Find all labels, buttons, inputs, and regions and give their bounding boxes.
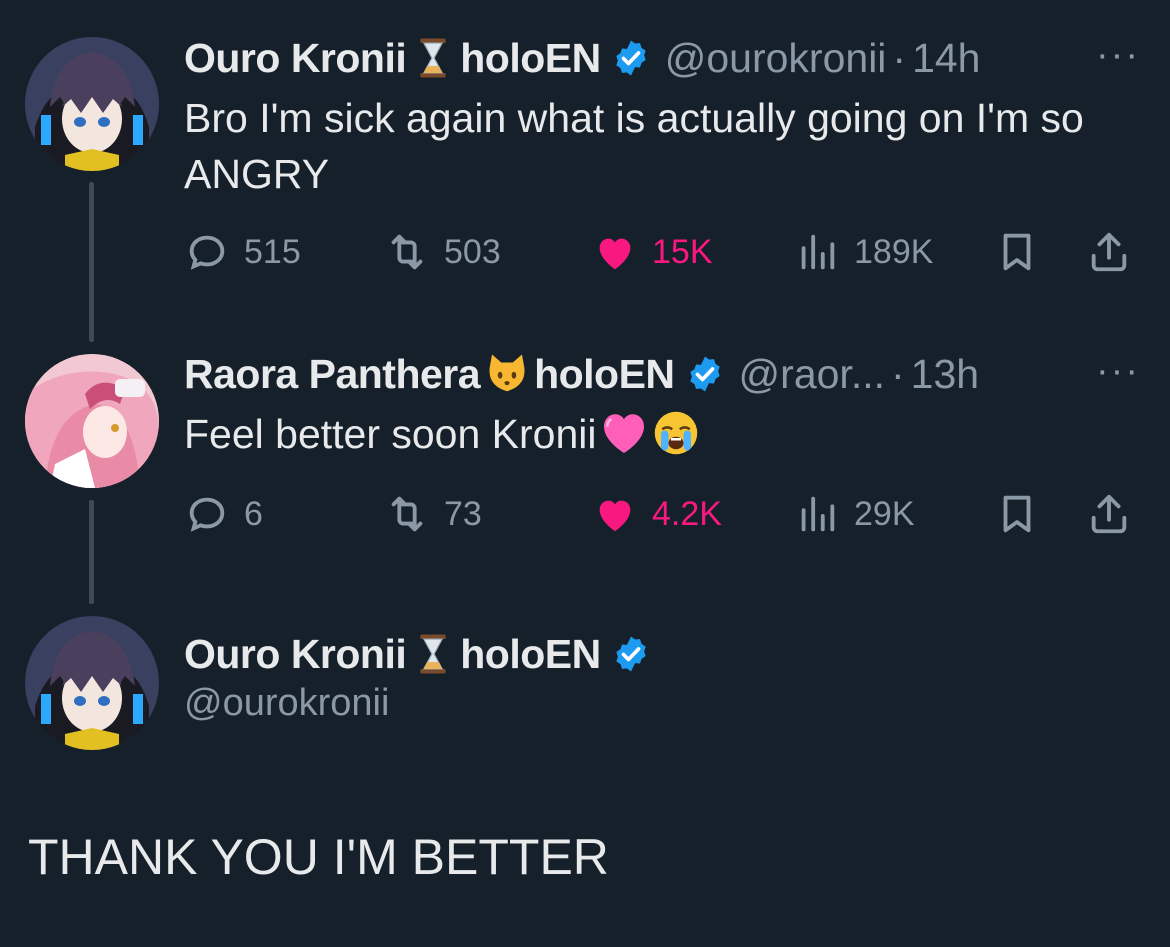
more-options-button[interactable]: ··· xyxy=(1096,34,1140,77)
tweet-header: Raora Panthera holoEN @raor... · 13h xyxy=(184,346,979,402)
verified-badge-icon xyxy=(685,354,725,394)
user-handle[interactable]: @raor... xyxy=(739,351,885,398)
tweet-text-container: Feel better soon Kronii xyxy=(184,406,1134,462)
retweet-count: 73 xyxy=(444,494,482,533)
action-bar: 515 503 15K 189K xyxy=(184,224,1144,280)
reply-button[interactable]: 6 xyxy=(184,486,263,542)
display-name[interactable]: Raora Panthera xyxy=(184,351,481,398)
tweet-header: Ouro Kronii holoEN @ourokronii · 14h xyxy=(184,30,980,86)
share-button[interactable] xyxy=(1086,486,1146,542)
views-chart-icon xyxy=(801,496,835,532)
verified-badge-icon xyxy=(611,634,651,674)
share-icon xyxy=(1091,494,1127,534)
org-name[interactable]: holoEN xyxy=(534,351,675,398)
avatar[interactable] xyxy=(25,37,159,171)
separator-dot: · xyxy=(892,34,907,81)
org-name[interactable]: holoEN xyxy=(460,631,601,678)
tweet-text: Feel better soon Kronii xyxy=(184,411,597,457)
timestamp[interactable]: 13h xyxy=(911,351,979,398)
more-options-button[interactable]: ··· xyxy=(1096,350,1140,393)
avatar[interactable] xyxy=(25,616,159,750)
avatar[interactable] xyxy=(25,354,159,488)
action-bar: 6 73 4.2K 29K xyxy=(184,486,1144,542)
reply-count: 515 xyxy=(244,232,301,271)
view-count: 29K xyxy=(854,494,915,533)
retweet-button[interactable]: 503 xyxy=(384,224,501,280)
bookmark-button[interactable] xyxy=(994,486,1054,542)
heart-icon xyxy=(599,500,631,532)
reply-icon xyxy=(189,235,225,270)
reply-button[interactable]: 515 xyxy=(184,224,301,280)
hourglass-icon xyxy=(410,631,456,677)
heart-icon xyxy=(599,408,649,458)
reply-count: 6 xyxy=(244,494,263,533)
share-button[interactable] xyxy=(1086,224,1146,280)
reply-icon xyxy=(189,497,225,532)
crying-face-icon xyxy=(651,408,701,458)
timestamp[interactable]: 14h xyxy=(912,35,980,82)
focused-tweet-header: Ouro Kronii holoEN xyxy=(184,626,651,682)
views-chart-icon xyxy=(801,234,835,270)
display-name[interactable]: Ouro Kronii xyxy=(184,35,407,82)
separator-dot: · xyxy=(891,350,905,397)
retweet-icon xyxy=(391,496,423,532)
focused-tweet-text: THANK YOU I'M BETTER xyxy=(28,829,609,885)
views-button[interactable]: 29K xyxy=(794,486,915,542)
like-button[interactable]: 4.2K xyxy=(592,486,722,542)
org-name[interactable]: holoEN xyxy=(460,35,601,82)
bookmark-icon xyxy=(1003,233,1031,271)
thread-connector-line xyxy=(89,182,94,342)
like-count: 15K xyxy=(652,232,713,271)
retweet-count: 503 xyxy=(444,232,501,271)
tweet-text: Bro I'm sick again what is actually goin… xyxy=(184,95,1084,197)
cat-face-icon xyxy=(484,351,530,397)
like-count: 4.2K xyxy=(652,494,722,533)
views-button[interactable]: 189K xyxy=(794,224,933,280)
heart-icon xyxy=(599,238,631,270)
retweet-icon xyxy=(391,234,423,270)
bookmark-icon xyxy=(1003,495,1031,533)
bookmark-button[interactable] xyxy=(994,224,1054,280)
verified-badge-icon xyxy=(611,38,651,78)
share-icon xyxy=(1091,232,1127,272)
like-button[interactable]: 15K xyxy=(592,224,713,280)
display-name[interactable]: Ouro Kronii xyxy=(184,631,407,678)
view-count: 189K xyxy=(854,232,934,271)
thread-connector-line xyxy=(89,500,94,604)
retweet-button[interactable]: 73 xyxy=(384,486,482,542)
hourglass-icon xyxy=(410,35,456,81)
user-handle[interactable]: @ourokronii xyxy=(665,35,887,82)
user-handle[interactable]: @ourokronii xyxy=(184,682,389,725)
